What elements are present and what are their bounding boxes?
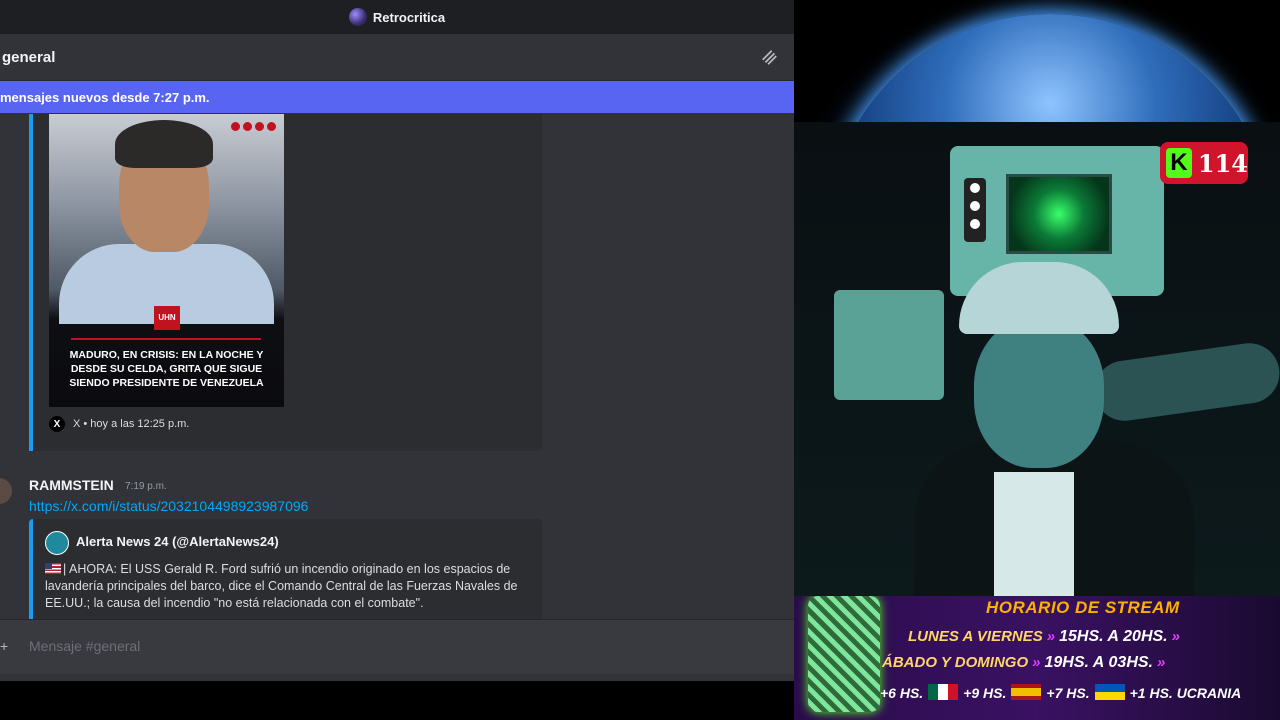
link-embed: UHN MADURO, EN CRISIS: EN LA NOCHE Y DES… [29,114,542,451]
weekdays-end: 20HS. [1123,628,1168,645]
embed-author[interactable]: Alerta News 24 (@AlertaNews24) [76,534,279,549]
weekend-start: 19HS. A [1044,654,1105,671]
threads-icon[interactable] [760,48,778,66]
mexico-flag-icon [928,684,959,700]
embed-text-block: | AHORA: El USS Gerald R. Ford sufrió un… [45,561,530,612]
spain-flag-icon [1011,684,1042,700]
weekdays-start: 15HS. A [1059,628,1119,645]
weekdays-label: LUNES A VIERNES [908,628,1043,645]
embed-image[interactable]: UHN MADURO, EN CRISIS: EN LA NOCHE Y DES… [49,114,284,407]
new-messages-bar[interactable]: mensajes nuevos desde 7:27 p.m. [0,81,794,113]
timezone-row: +6 HS. +9 HS. +7 HS. +1 HS. UCRANIA [880,684,1241,701]
schedule-banner: HORARIO DE STREAM LUNES A VIERNES» 15HS. … [794,596,1280,720]
tz-a: +6 HS. [880,685,924,701]
earth-banner [794,0,1280,122]
webcam-feed: K 114 [794,122,1280,598]
chevron-right-icon: » [1046,628,1056,645]
kick-viewer-badge: K 114 [1160,142,1248,184]
streamer-head [974,318,1104,468]
embed-headline: MADURO, EN CRISIS: EN LA NOCHE Y DESDE S… [69,349,264,389]
tz-d: +1 HS. UCRANIA [1129,685,1242,701]
schedule-title: HORARIO DE STREAM [986,598,1180,617]
tweet-embed: Alerta News 24 (@AlertaNews24) | AHORA: … [29,519,542,619]
message-author[interactable]: RAMMSTEIN [29,477,114,493]
x-logo-icon: X [49,416,65,432]
machine-side-panel [834,290,944,400]
embed-footer-text: X • hoy a las 12:25 p.m. [73,418,190,430]
tz-b: +9 HS. [963,685,1007,701]
server-name: Retrocritica [372,9,446,25]
radar-screen [1006,174,1112,254]
kick-cup-graphic [808,596,880,712]
embed-author-avatar [45,531,69,555]
weekend-label: ÁBADO Y DOMINGO [882,654,1029,671]
message-input[interactable]: Mensaje #general [29,638,140,654]
schedule-row-weekend: ÁBADO Y DOMINGO» 19HS. A 03HS.» [882,654,1169,672]
message-composer[interactable]: + Mensaje #general [0,619,794,674]
bottom-strip [0,681,794,720]
streamer-shirt [994,472,1074,598]
weekend-end: 03HS. [1108,654,1153,671]
server-icon [348,8,367,26]
machine-lights [964,178,986,242]
chevron-right-icon: » [1157,654,1166,671]
channel-header: general [0,34,794,81]
news-brand-logo: UHN [154,306,180,330]
chevron-right-icon: » [1032,654,1041,671]
kick-viewer-count: 114 [1197,148,1248,178]
embed-footer: X X • hoy a las 12:25 p.m. [49,416,189,432]
avatar[interactable] [0,478,12,504]
message-link[interactable]: https://x.com/i/status/20321044989239870… [29,498,308,514]
schedule-row-weekdays: LUNES A VIERNES» 15HS. A 20HS.» [908,628,1184,646]
tz-c: +7 HS. [1046,685,1090,701]
message-timestamp: 7:19 p.m. [125,481,167,492]
ukraine-flag-icon [1094,684,1125,700]
social-icons [231,122,276,131]
us-flag-icon [45,563,61,574]
stream-overlay: K 114 HORARIO DE STREAM LUNES A VIERNES»… [794,0,1280,720]
title-bar: Retrocritica [0,0,794,34]
photo-hair [115,120,213,168]
streamer-arm [1090,339,1280,425]
chevron-right-icon: » [1171,628,1180,645]
earth-graphic [826,14,1274,122]
add-attachment-icon[interactable]: + [0,638,8,654]
embed-text: | AHORA: El USS Gerald R. Ford sufrió un… [45,562,518,610]
brand-divider [71,338,261,340]
discord-window: Retrocritica general mensajes nuevos des… [0,0,794,720]
new-messages-label: mensajes nuevos desde 7:27 p.m. [0,89,210,105]
kick-logo-icon: K [1166,148,1192,178]
channel-name: general [2,48,56,66]
